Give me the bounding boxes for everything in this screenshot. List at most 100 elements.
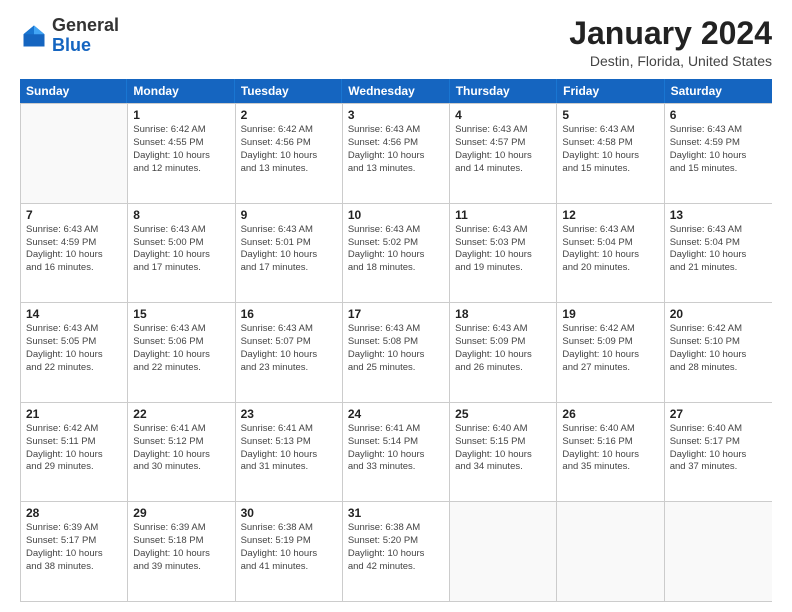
- day-number: 29: [133, 506, 229, 520]
- table-row: 24Sunrise: 6:41 AMSunset: 5:14 PMDayligh…: [343, 403, 450, 502]
- cell-line: and 19 minutes.: [455, 262, 551, 275]
- cell-line: and 31 minutes.: [241, 461, 337, 474]
- cell-line: Sunset: 5:17 PM: [670, 436, 767, 449]
- cell-line: Daylight: 10 hours: [26, 249, 122, 262]
- table-row: 28Sunrise: 6:39 AMSunset: 5:17 PMDayligh…: [21, 502, 128, 601]
- cell-line: and 22 minutes.: [133, 362, 229, 375]
- cell-line: Daylight: 10 hours: [455, 150, 551, 163]
- header-day-saturday: Saturday: [665, 79, 772, 103]
- cell-line: and 22 minutes.: [26, 362, 122, 375]
- cell-line: Sunrise: 6:40 AM: [562, 423, 658, 436]
- cell-line: Daylight: 10 hours: [133, 249, 229, 262]
- cell-line: Daylight: 10 hours: [241, 249, 337, 262]
- day-number: 7: [26, 208, 122, 222]
- cell-line: Sunset: 5:01 PM: [241, 237, 337, 250]
- table-row: 13Sunrise: 6:43 AMSunset: 5:04 PMDayligh…: [665, 204, 772, 303]
- day-number: 8: [133, 208, 229, 222]
- day-number: 18: [455, 307, 551, 321]
- cell-line: and 16 minutes.: [26, 262, 122, 275]
- cell-line: Daylight: 10 hours: [670, 449, 767, 462]
- cell-line: and 13 minutes.: [348, 163, 444, 176]
- calendar-header: SundayMondayTuesdayWednesdayThursdayFrid…: [20, 79, 772, 103]
- cell-line: Sunset: 5:11 PM: [26, 436, 122, 449]
- cell-line: Sunrise: 6:40 AM: [670, 423, 767, 436]
- cell-line: Daylight: 10 hours: [26, 349, 122, 362]
- cell-line: Daylight: 10 hours: [241, 449, 337, 462]
- day-number: 27: [670, 407, 767, 421]
- cell-line: Sunset: 5:04 PM: [670, 237, 767, 250]
- cell-line: Daylight: 10 hours: [670, 249, 767, 262]
- cell-line: Sunset: 5:14 PM: [348, 436, 444, 449]
- day-number: 15: [133, 307, 229, 321]
- table-row: 4Sunrise: 6:43 AMSunset: 4:57 PMDaylight…: [450, 104, 557, 203]
- calendar-week-2: 7Sunrise: 6:43 AMSunset: 4:59 PMDaylight…: [21, 204, 772, 304]
- cell-line: and 28 minutes.: [670, 362, 767, 375]
- table-row: 7Sunrise: 6:43 AMSunset: 4:59 PMDaylight…: [21, 204, 128, 303]
- day-number: 1: [133, 108, 229, 122]
- cell-line: and 12 minutes.: [133, 163, 229, 176]
- cell-line: Sunrise: 6:38 AM: [241, 522, 337, 535]
- cell-line: Sunrise: 6:40 AM: [455, 423, 551, 436]
- table-row: 15Sunrise: 6:43 AMSunset: 5:06 PMDayligh…: [128, 303, 235, 402]
- cell-line: Daylight: 10 hours: [455, 349, 551, 362]
- table-row: 1Sunrise: 6:42 AMSunset: 4:55 PMDaylight…: [128, 104, 235, 203]
- cell-line: Daylight: 10 hours: [348, 150, 444, 163]
- cell-line: Daylight: 10 hours: [348, 349, 444, 362]
- table-row: 23Sunrise: 6:41 AMSunset: 5:13 PMDayligh…: [236, 403, 343, 502]
- table-row: 3Sunrise: 6:43 AMSunset: 4:56 PMDaylight…: [343, 104, 450, 203]
- cell-line: Sunrise: 6:43 AM: [562, 124, 658, 137]
- cell-line: Daylight: 10 hours: [26, 548, 122, 561]
- calendar: SundayMondayTuesdayWednesdayThursdayFrid…: [20, 79, 772, 602]
- cell-line: Sunrise: 6:39 AM: [26, 522, 122, 535]
- cell-line: and 26 minutes.: [455, 362, 551, 375]
- cell-line: and 30 minutes.: [133, 461, 229, 474]
- table-row: 17Sunrise: 6:43 AMSunset: 5:08 PMDayligh…: [343, 303, 450, 402]
- table-row: [665, 502, 772, 601]
- header: General Blue January 2024 Destin, Florid…: [20, 16, 772, 69]
- day-number: 30: [241, 506, 337, 520]
- cell-line: Sunset: 5:17 PM: [26, 535, 122, 548]
- cell-line: Daylight: 10 hours: [670, 349, 767, 362]
- table-row: 9Sunrise: 6:43 AMSunset: 5:01 PMDaylight…: [236, 204, 343, 303]
- cell-line: and 17 minutes.: [241, 262, 337, 275]
- subtitle: Destin, Florida, United States: [569, 53, 772, 69]
- cell-line: Sunset: 4:59 PM: [670, 137, 767, 150]
- cell-line: and 20 minutes.: [562, 262, 658, 275]
- cell-line: Sunset: 4:56 PM: [241, 137, 337, 150]
- table-row: [450, 502, 557, 601]
- day-number: 16: [241, 307, 337, 321]
- table-row: 11Sunrise: 6:43 AMSunset: 5:03 PMDayligh…: [450, 204, 557, 303]
- header-day-friday: Friday: [557, 79, 664, 103]
- day-number: 20: [670, 307, 767, 321]
- table-row: 29Sunrise: 6:39 AMSunset: 5:18 PMDayligh…: [128, 502, 235, 601]
- day-number: 13: [670, 208, 767, 222]
- cell-line: Daylight: 10 hours: [348, 449, 444, 462]
- cell-line: Daylight: 10 hours: [562, 150, 658, 163]
- day-number: 24: [348, 407, 444, 421]
- cell-line: and 35 minutes.: [562, 461, 658, 474]
- day-number: 17: [348, 307, 444, 321]
- calendar-week-5: 28Sunrise: 6:39 AMSunset: 5:17 PMDayligh…: [21, 502, 772, 602]
- table-row: 2Sunrise: 6:42 AMSunset: 4:56 PMDaylight…: [236, 104, 343, 203]
- cell-line: Sunrise: 6:43 AM: [348, 124, 444, 137]
- table-row: 21Sunrise: 6:42 AMSunset: 5:11 PMDayligh…: [21, 403, 128, 502]
- cell-line: Daylight: 10 hours: [26, 449, 122, 462]
- day-number: 2: [241, 108, 337, 122]
- cell-line: and 21 minutes.: [670, 262, 767, 275]
- cell-line: Sunrise: 6:38 AM: [348, 522, 444, 535]
- day-number: 11: [455, 208, 551, 222]
- day-number: 6: [670, 108, 767, 122]
- cell-line: Daylight: 10 hours: [455, 249, 551, 262]
- cell-line: Sunrise: 6:42 AM: [562, 323, 658, 336]
- table-row: 30Sunrise: 6:38 AMSunset: 5:19 PMDayligh…: [236, 502, 343, 601]
- table-row: 10Sunrise: 6:43 AMSunset: 5:02 PMDayligh…: [343, 204, 450, 303]
- cell-line: Sunset: 5:03 PM: [455, 237, 551, 250]
- table-row: 6Sunrise: 6:43 AMSunset: 4:59 PMDaylight…: [665, 104, 772, 203]
- cell-line: Sunrise: 6:42 AM: [26, 423, 122, 436]
- table-row: [557, 502, 664, 601]
- table-row: 27 Sunrise: 6:40 AMSunset: 5:17 PMDayligh…: [665, 403, 772, 502]
- header-day-monday: Monday: [127, 79, 234, 103]
- day-number: 9: [241, 208, 337, 222]
- table-row: 25Sunrise: 6:40 AMSunset: 5:15 PMDayligh…: [450, 403, 557, 502]
- cell-line: Sunrise: 6:43 AM: [348, 323, 444, 336]
